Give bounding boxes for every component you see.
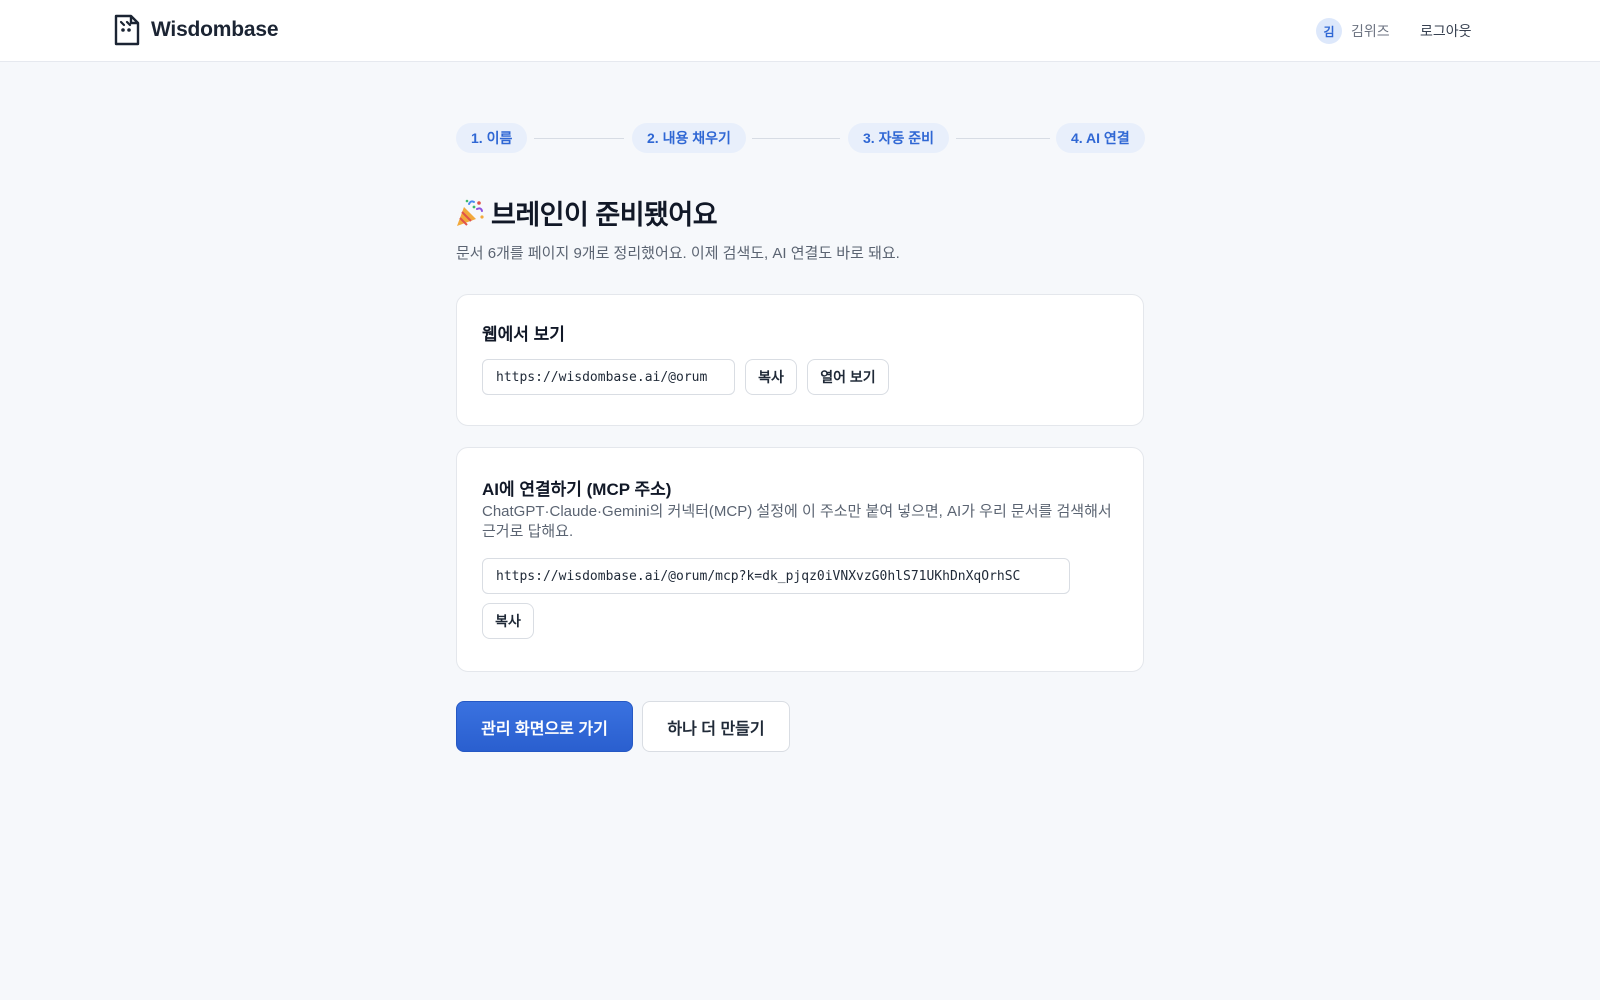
user-menu[interactable]: 김 김위즈 <box>1316 18 1390 44</box>
user-name: 김위즈 <box>1351 23 1390 39</box>
step-connector <box>752 138 840 139</box>
step-connector <box>534 138 624 139</box>
brand-logo[interactable]: Wisdombase <box>113 13 279 47</box>
party-popper-icon <box>457 199 484 226</box>
web-view-title: 웹에서 보기 <box>482 325 565 344</box>
top-navigation-bar: Wisdombase 김 김위즈 로그아웃 <box>0 0 1600 62</box>
logout-link[interactable]: 로그아웃 <box>1420 21 1472 41</box>
brand-name: Wisdombase <box>151 18 279 41</box>
step-2-fill-content: 2. 내용 채우기 <box>632 123 746 153</box>
page-title: 브레인이 준비됐어요 <box>491 200 718 230</box>
page-heading: 브레인이 준비됐어요 <box>455 193 718 232</box>
mcp-title: AI에 연결하기 (MCP 주소) <box>482 480 672 499</box>
mcp-description: ChatGPT·Claude·Gemini의 커넥터(MCP) 설정에 이 주소… <box>482 503 1112 540</box>
avatar: 김 <box>1316 18 1342 44</box>
create-another-button[interactable]: 하나 더 만들기 <box>642 701 790 752</box>
web-url-field[interactable]: https://wisdombase.ai/@orum <box>482 359 735 395</box>
copy-web-url-button[interactable]: 복사 <box>745 359 797 395</box>
book-logo-icon <box>114 14 140 46</box>
copy-mcp-url-button[interactable]: 복사 <box>482 603 534 639</box>
step-connector <box>956 138 1050 139</box>
mcp-url-field[interactable]: https://wisdombase.ai/@orum/mcp?k=dk_pjq… <box>482 558 1070 594</box>
step-3-auto-prep: 3. 자동 준비 <box>848 123 949 153</box>
step-4-ai-connect: 4. AI 연결 <box>1056 123 1145 153</box>
go-to-dashboard-button[interactable]: 관리 화면으로 가기 <box>456 701 633 752</box>
step-progress: 1. 이름 2. 내용 채우기 3. 자동 준비 4. AI 연결 <box>456 123 1145 153</box>
web-view-card: 웹에서 보기 https://wisdombase.ai/@orum 복사 열어… <box>456 294 1144 426</box>
open-web-button[interactable]: 열어 보기 <box>807 359 889 395</box>
page-subtitle: 문서 6개를 페이지 9개로 정리했어요. 이제 검색도, AI 연결도 바로 … <box>456 245 900 262</box>
mcp-card: AI에 연결하기 (MCP 주소) ChatGPT·Claude·Gemini의… <box>456 447 1144 672</box>
step-1-name: 1. 이름 <box>456 123 528 153</box>
